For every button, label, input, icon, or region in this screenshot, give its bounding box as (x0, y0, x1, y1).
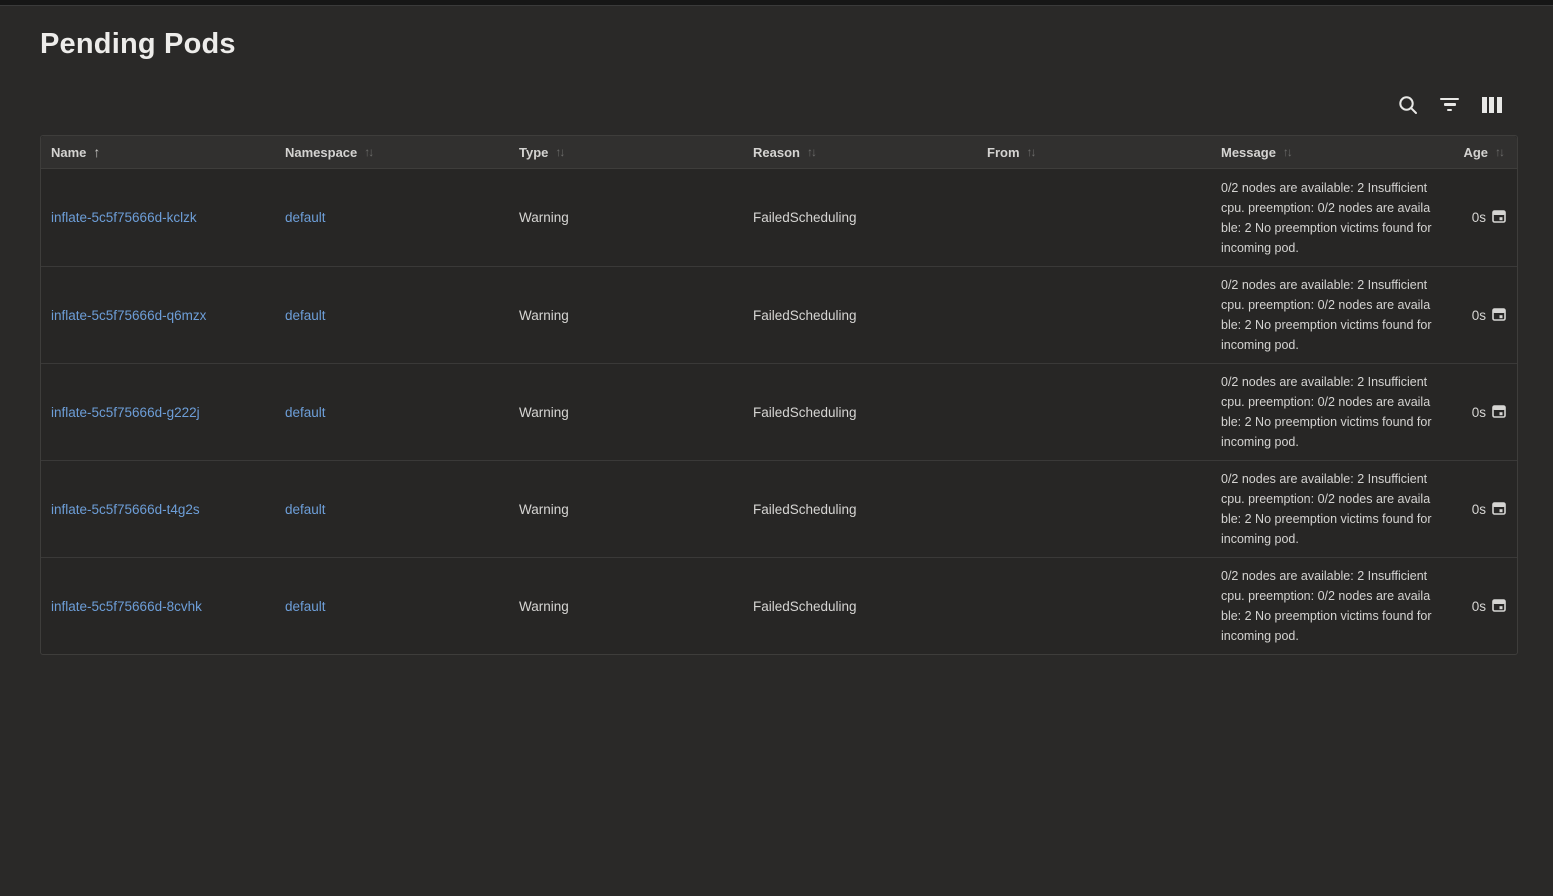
column-header-label: Name (51, 145, 86, 160)
message-cell: 0/2 nodes are available: 2 Insufficient … (1211, 178, 1445, 258)
column-header-label: Namespace (285, 145, 357, 160)
columns-icon (1482, 97, 1502, 113)
calendar-icon (1492, 501, 1506, 518)
column-header-label: Message (1221, 145, 1276, 160)
sort-unsorted-icon: ↑↓ (1283, 145, 1293, 159)
table-row: inflate-5c5f75666d-t4g2s default Warning… (41, 460, 1517, 557)
sort-unsorted-icon: ↑↓ (807, 145, 817, 159)
calendar-icon (1492, 307, 1506, 324)
type-cell: Warning (509, 210, 743, 225)
pod-name-link[interactable]: inflate-5c5f75666d-g222j (51, 405, 200, 420)
window-top-edge (0, 0, 1553, 6)
column-header-age[interactable]: Age ↑↓ (1445, 145, 1517, 160)
column-header-label: Age (1463, 145, 1488, 160)
reason-cell: FailedScheduling (743, 210, 977, 225)
search-icon (1397, 94, 1419, 116)
sort-ascending-icon: ↑ (93, 144, 100, 160)
name-cell: inflate-5c5f75666d-kclzk (41, 210, 275, 225)
reason-cell: FailedScheduling (743, 308, 977, 323)
age-value: 0s (1472, 405, 1486, 420)
age-cell: 0s (1445, 404, 1517, 421)
column-header-from[interactable]: From ↑↓ (977, 145, 1211, 160)
message-cell: 0/2 nodes are available: 2 Insufficient … (1211, 372, 1445, 452)
type-cell: Warning (509, 502, 743, 517)
column-header-namespace[interactable]: Namespace ↑↓ (275, 145, 509, 160)
namespace-cell: default (275, 405, 509, 420)
calendar-icon (1492, 209, 1506, 226)
pending-pods-table: Name ↑ Namespace ↑↓ Type ↑↓ Reason ↑↓ Fr… (40, 135, 1518, 655)
search-button[interactable] (1395, 92, 1420, 117)
sort-unsorted-icon: ↑↓ (364, 145, 374, 159)
reason-cell: FailedScheduling (743, 405, 977, 420)
column-header-name[interactable]: Name ↑ (41, 144, 275, 160)
namespace-link[interactable]: default (285, 405, 326, 420)
name-cell: inflate-5c5f75666d-q6mzx (41, 308, 275, 323)
age-value: 0s (1472, 210, 1486, 225)
pod-name-link[interactable]: inflate-5c5f75666d-8cvhk (51, 599, 202, 614)
column-header-message[interactable]: Message ↑↓ (1211, 145, 1445, 160)
column-header-type[interactable]: Type ↑↓ (509, 145, 743, 160)
sort-unsorted-icon: ↑↓ (1027, 145, 1037, 159)
age-cell: 0s (1445, 598, 1517, 615)
message-cell: 0/2 nodes are available: 2 Insufficient … (1211, 275, 1445, 355)
pod-name-link[interactable]: inflate-5c5f75666d-kclzk (51, 210, 197, 225)
name-cell: inflate-5c5f75666d-t4g2s (41, 502, 275, 517)
column-header-reason[interactable]: Reason ↑↓ (743, 145, 977, 160)
namespace-cell: default (275, 308, 509, 323)
column-header-label: From (987, 145, 1020, 160)
calendar-icon (1492, 598, 1506, 615)
age-cell: 0s (1445, 209, 1517, 226)
table-row: inflate-5c5f75666d-8cvhk default Warning… (41, 557, 1517, 654)
age-value: 0s (1472, 502, 1486, 517)
column-header-label: Type (519, 145, 548, 160)
table-body: inflate-5c5f75666d-kclzk default Warning… (41, 169, 1517, 654)
filter-button[interactable] (1437, 92, 1462, 117)
table-row: inflate-5c5f75666d-kclzk default Warning… (41, 169, 1517, 266)
age-value: 0s (1472, 308, 1486, 323)
reason-cell: FailedScheduling (743, 502, 977, 517)
column-header-label: Reason (753, 145, 800, 160)
age-value: 0s (1472, 599, 1486, 614)
page-title: Pending Pods (40, 28, 1553, 61)
namespace-cell: default (275, 502, 509, 517)
message-cell: 0/2 nodes are available: 2 Insufficient … (1211, 566, 1445, 646)
namespace-cell: default (275, 599, 509, 614)
namespace-link[interactable]: default (285, 599, 326, 614)
namespace-link[interactable]: default (285, 308, 326, 323)
age-cell: 0s (1445, 307, 1517, 324)
namespace-cell: default (275, 210, 509, 225)
name-cell: inflate-5c5f75666d-8cvhk (41, 599, 275, 614)
sort-unsorted-icon: ↑↓ (1495, 145, 1505, 159)
filter-icon (1440, 98, 1459, 112)
table-header-row: Name ↑ Namespace ↑↓ Type ↑↓ Reason ↑↓ Fr… (41, 136, 1517, 169)
calendar-icon (1492, 404, 1506, 421)
name-cell: inflate-5c5f75666d-g222j (41, 405, 275, 420)
namespace-link[interactable]: default (285, 502, 326, 517)
columns-button[interactable] (1479, 92, 1504, 117)
table-toolbar (1395, 92, 1504, 117)
type-cell: Warning (509, 308, 743, 323)
sort-unsorted-icon: ↑↓ (555, 145, 565, 159)
table-row: inflate-5c5f75666d-q6mzx default Warning… (41, 266, 1517, 363)
namespace-link[interactable]: default (285, 210, 326, 225)
table-row: inflate-5c5f75666d-g222j default Warning… (41, 363, 1517, 460)
type-cell: Warning (509, 599, 743, 614)
message-cell: 0/2 nodes are available: 2 Insufficient … (1211, 469, 1445, 549)
age-cell: 0s (1445, 501, 1517, 518)
type-cell: Warning (509, 405, 743, 420)
pod-name-link[interactable]: inflate-5c5f75666d-q6mzx (51, 308, 206, 323)
reason-cell: FailedScheduling (743, 599, 977, 614)
pod-name-link[interactable]: inflate-5c5f75666d-t4g2s (51, 502, 200, 517)
